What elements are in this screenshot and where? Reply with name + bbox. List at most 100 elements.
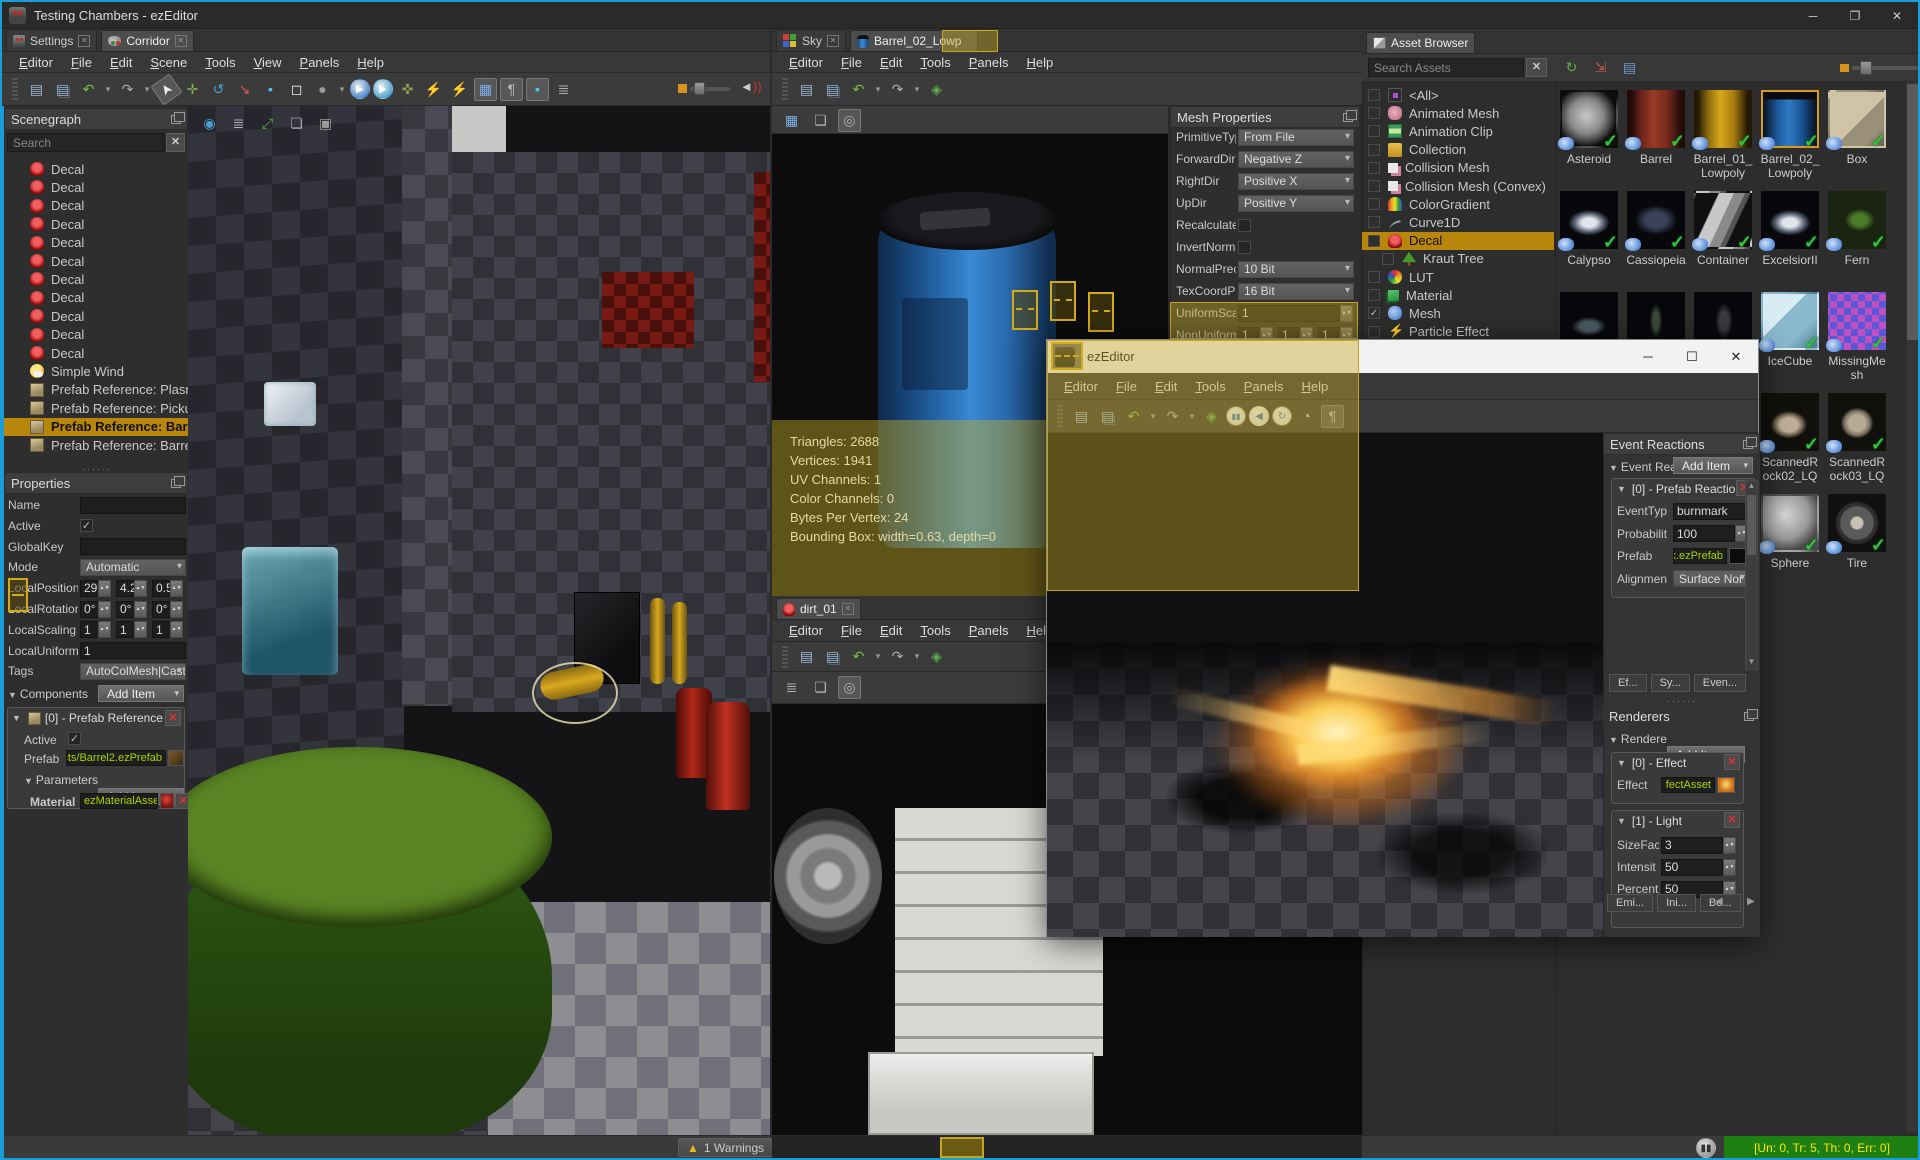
menu-tools[interactable]: Tools: [911, 53, 959, 72]
spinner-buttons[interactable]: ▲▼: [134, 600, 147, 618]
menu-panels[interactable]: Panels: [960, 621, 1018, 640]
asset-thumbnail[interactable]: ✓: [1759, 292, 1819, 353]
redo-icon[interactable]: ↷: [886, 645, 909, 668]
menu-edit[interactable]: Edit: [871, 53, 911, 72]
menu-file[interactable]: File: [62, 53, 101, 72]
property-value-field[interactable]: burnmark: [1673, 502, 1749, 520]
menu-help[interactable]: Help: [1017, 53, 1062, 72]
undo-icon[interactable]: ↶: [847, 78, 870, 101]
asset-filter-checkbox[interactable]: [1368, 198, 1380, 211]
close-button[interactable]: ✕: [1876, 2, 1918, 29]
screenshot-icon[interactable]: ❏: [809, 109, 832, 132]
scenegraph-item[interactable]: Decal: [4, 270, 188, 288]
scenegraph-item[interactable]: Simple Wind: [4, 362, 188, 380]
asset-thumbnail[interactable]: ✓: [1826, 191, 1886, 252]
gamepad-icon[interactable]: ✜: [396, 78, 419, 101]
asset-tree-item[interactable]: Kraut Tree: [1362, 250, 1554, 268]
undo-icon[interactable]: ↶: [847, 645, 870, 668]
property-value-field[interactable]: [80, 538, 186, 556]
asset-tree-item[interactable]: ✓ Mesh: [1362, 304, 1554, 322]
remote-icon[interactable]: ◎: [838, 676, 861, 699]
asset-thumbnail[interactable]: ✓: [1558, 191, 1618, 252]
scale-icon[interactable]: ↘: [233, 78, 256, 101]
asset-thumbnail[interactable]: ✓: [1759, 393, 1819, 454]
asset-filter-checkbox[interactable]: [1368, 161, 1380, 174]
scenegraph-item[interactable]: Prefab Reference: Plasma_S: [4, 381, 188, 399]
scenegraph-item[interactable]: Decal: [4, 234, 188, 252]
asset-thumbnail[interactable]: ✓: [1826, 393, 1886, 454]
float-panel-icon[interactable]: [1744, 708, 1758, 721]
tab-scroll-left-icon[interactable]: ◀: [1715, 896, 1723, 907]
asset-card[interactable]: ✓ Fern: [1826, 191, 1888, 267]
scenegraph-header[interactable]: Scenegraph: [4, 108, 188, 130]
prefab-asset-value[interactable]: cts/Barrel2.ezPrefab: [66, 750, 166, 766]
warnings-button[interactable]: ▲ 1 Warnings: [678, 1138, 774, 1157]
export-cube-icon[interactable]: ◈: [925, 645, 948, 668]
asset-filter-checkbox[interactable]: [1368, 89, 1380, 101]
tab-close-icon[interactable]: ✕: [78, 35, 91, 47]
dock-tab-emi[interactable]: Emi...: [1607, 894, 1654, 912]
play-icon[interactable]: ▶: [350, 79, 370, 99]
render-grid-icon[interactable]: ▦: [474, 77, 497, 101]
asset-tree-item[interactable]: Curve1D: [1362, 213, 1554, 231]
dock-tab-ini[interactable]: Ini...: [1657, 894, 1696, 912]
scenegraph-item[interactable]: Decal: [4, 326, 188, 344]
float-panel-icon[interactable]: [1343, 109, 1357, 122]
graybox-icon[interactable]: ●: [311, 78, 334, 101]
asset-thumbnail[interactable]: ✓: [1826, 292, 1886, 353]
undo-caret-icon[interactable]: ▾: [103, 78, 113, 101]
float-close-button[interactable]: ✕: [1714, 340, 1758, 373]
translate-icon[interactable]: ✛: [181, 78, 204, 101]
scenegraph-item[interactable]: Decal: [4, 197, 188, 215]
transform-all-icon[interactable]: ↻: [1560, 56, 1583, 79]
prefab-asset-thumb[interactable]: [168, 750, 184, 766]
property-value-field[interactable]: 1: [80, 642, 186, 660]
asset-tree-item[interactable]: Animated Mesh: [1362, 104, 1554, 122]
spinner-buttons[interactable]: ▲▼: [134, 621, 147, 639]
asset-tree-item[interactable]: Collection: [1362, 141, 1554, 159]
component-active-checkbox[interactable]: ✓: [68, 732, 81, 745]
vector-field[interactable]: 0°: [80, 600, 99, 618]
whitebox-icon[interactable]: ◻: [285, 78, 308, 101]
property-value-field[interactable]: 3: [1661, 836, 1723, 854]
export-play-icon[interactable]: ⚡: [448, 78, 471, 101]
dock-scrollbar[interactable]: ▲ ▼: [1745, 480, 1758, 670]
scenegraph-item[interactable]: Decal: [4, 289, 188, 307]
spinner-buttons[interactable]: ▲▼: [170, 579, 183, 597]
spinner-buttons[interactable]: ▲▼: [134, 579, 147, 597]
asset-search-clear-icon[interactable]: ✕: [1526, 58, 1547, 77]
asset-filter-checkbox[interactable]: [1368, 289, 1380, 302]
vector-field[interactable]: 29 m: [80, 579, 99, 597]
undo-caret-icon[interactable]: ▾: [873, 645, 883, 668]
menu-tools[interactable]: Tools: [911, 621, 959, 640]
export-cube-icon[interactable]: ◈: [925, 78, 948, 101]
rotate-icon[interactable]: ↺: [207, 78, 230, 101]
property-dropdown[interactable]: 16 Bit: [1238, 282, 1354, 300]
save-all-icon[interactable]: ▤: [821, 78, 844, 101]
minimize-button[interactable]: ─: [1792, 2, 1834, 29]
redo-caret-icon[interactable]: ▾: [912, 78, 922, 101]
search-clear-icon[interactable]: ✕: [166, 133, 185, 152]
asset-scrollbar[interactable]: [1906, 82, 1918, 1132]
scenegraph-item[interactable]: Decal: [4, 252, 188, 270]
dock-tab-ef[interactable]: Ef...: [1609, 674, 1647, 692]
scenegraph-item[interactable]: Decal: [4, 160, 188, 178]
asset-filter-checkbox[interactable]: [1382, 252, 1394, 265]
scenegraph-item[interactable]: Decal: [4, 344, 188, 362]
eye-icon[interactable]: ◉: [198, 112, 221, 135]
undo-caret-icon[interactable]: ▾: [873, 78, 883, 101]
property-dropdown[interactable]: Automatic: [80, 558, 186, 576]
save-icon[interactable]: ▤: [25, 78, 48, 101]
scenegraph-item[interactable]: Prefab Reference: Pickup_P: [4, 399, 188, 417]
property-dropdown[interactable]: Positive X: [1238, 172, 1354, 190]
prefab-reaction-title[interactable]: ▼ [0] - Prefab Reaction: [1617, 482, 1742, 496]
event-reactions-header[interactable]: Event Reactions: [1603, 433, 1760, 455]
menu-editor[interactable]: Editor: [780, 53, 832, 72]
asset-thumbnail[interactable]: ✓: [1759, 90, 1819, 151]
asset-card[interactable]: ✓ ScannedRock02_LQ: [1759, 393, 1821, 483]
remove-renderer-button[interactable]: ✕: [1724, 812, 1740, 828]
asset-card[interactable]: ✓ MissingMesh: [1826, 292, 1888, 382]
expand-icon[interactable]: ⤢: [256, 112, 279, 135]
tab-asset-browser[interactable]: Asset Browser: [1366, 32, 1476, 53]
export-run-icon[interactable]: ⚡: [422, 78, 445, 101]
